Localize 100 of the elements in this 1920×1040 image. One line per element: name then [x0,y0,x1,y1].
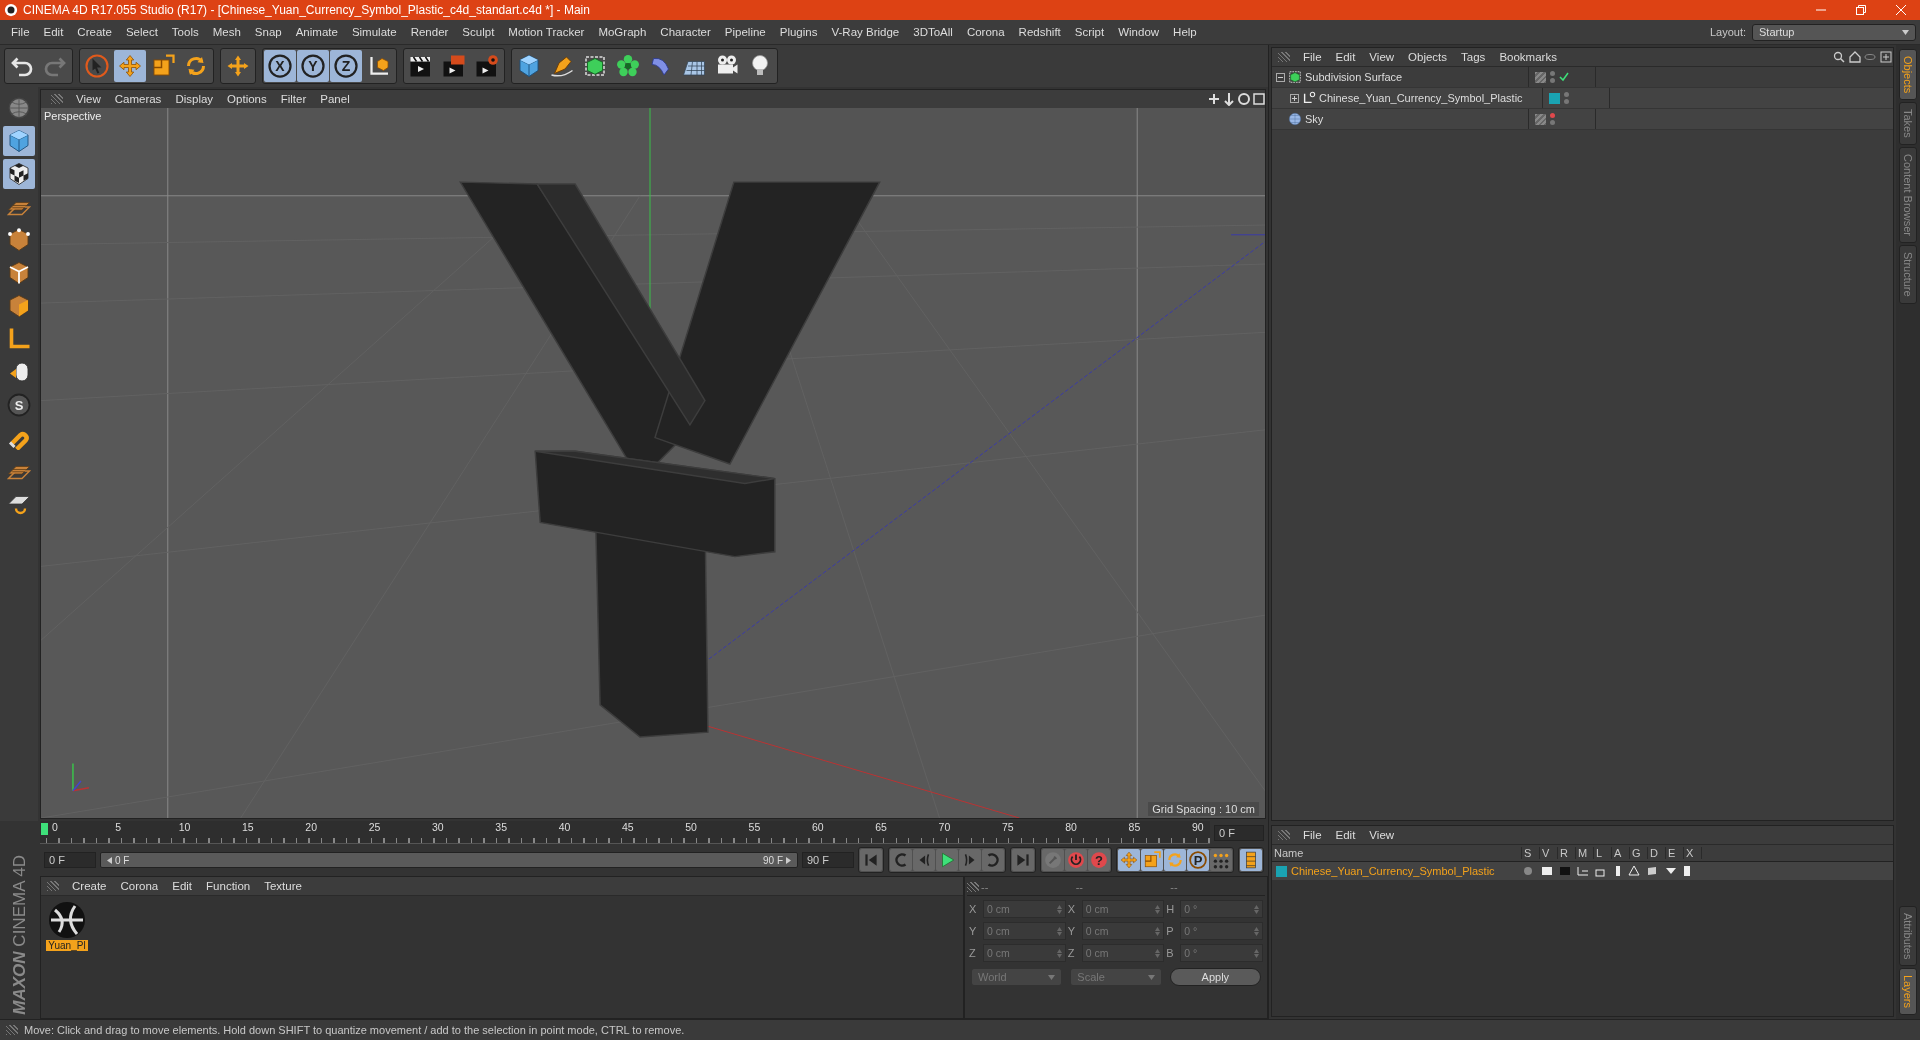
menu-item[interactable]: Sculpt [455,26,502,38]
start-frame-field[interactable]: 0 F [44,852,96,868]
column-header[interactable]: S [1522,847,1540,859]
playhead-marker[interactable] [41,823,48,835]
spinner-arrows-icon[interactable] [1056,904,1062,914]
viewport-menu-item[interactable]: Cameras [107,93,169,105]
restore-icon[interactable] [1856,5,1866,15]
panel-grip-icon[interactable] [1278,830,1290,840]
layer-swatch[interactable] [1535,113,1546,125]
panel-grip-icon[interactable] [6,1025,18,1035]
layer-toggle-icons[interactable] [1522,865,1692,877]
collapse-toggle-icon[interactable] [1276,72,1285,82]
material-menu-item[interactable]: Texture [257,880,309,892]
scale-square-button[interactable] [1141,849,1163,871]
layer-menu-item[interactable]: Edit [1328,829,1363,841]
column-header[interactable]: L [1594,847,1612,859]
preview-range-bar[interactable]: 0 F 90 F [100,852,798,868]
material-preview-icon[interactable] [47,900,87,940]
step-back-button[interactable] [913,849,935,871]
layer-color-swatch[interactable] [1549,92,1560,104]
viewport-menu-item[interactable]: Panel [313,93,357,105]
spinner-arrows-icon[interactable] [1056,948,1062,958]
spinner-arrows-icon[interactable] [1155,926,1161,936]
expand-toggle-icon[interactable] [1290,93,1299,103]
viewport-menu-item[interactable]: Options [220,93,274,105]
menu-item[interactable]: Redshift [1011,26,1068,38]
circled-letter-button[interactable]: X [264,50,296,82]
column-header[interactable]: Name [1272,847,1522,859]
timeline-ruler[interactable]: 0 5 10 15 20 25 30 35 40 45 50 55 60 65 70 75 80 85 90 [40,821,1210,844]
step-forward-button[interactable] [959,849,981,871]
column-header[interactable]: A [1612,847,1630,859]
layer-menu-item[interactable]: File [1296,829,1329,841]
curved-back-arrow-button[interactable] [890,849,912,871]
column-header[interactable]: D [1648,847,1666,859]
visibility-dots[interactable] [1564,92,1569,104]
viewport-menu-item[interactable]: Display [168,93,221,105]
menu-item[interactable]: V-Ray Bridge [824,26,907,38]
spinner-arrows-icon[interactable] [1254,948,1259,958]
material-menu-item[interactable]: Function [199,880,258,892]
menu-item[interactable]: Render [403,26,456,38]
end-frame-field[interactable]: 90 F [802,852,854,868]
menu-item[interactable]: Edit [36,26,71,38]
circled-letter-button[interactable]: P [1187,849,1209,871]
layer-menu-item[interactable]: View [1362,829,1402,841]
visibility-dots[interactable] [1550,113,1555,125]
menu-item[interactable]: Snap [247,26,289,38]
panel-grip-icon[interactable] [51,94,63,104]
checker-cube-button[interactable] [3,159,35,189]
object-menu-item[interactable]: File [1296,51,1329,63]
menu-item[interactable]: Help [1166,26,1204,38]
column-header[interactable]: M [1576,847,1594,859]
material-menu-item[interactable]: Corona [113,880,166,892]
apply-button[interactable]: Apply [1169,968,1261,986]
material-menu-item[interactable]: Edit [165,880,200,892]
menu-item[interactable]: Mesh [205,26,248,38]
four-way-arrows-button[interactable] [114,50,146,82]
search-icon[interactable] [1833,51,1893,63]
left-arrow-icon[interactable] [107,856,112,864]
circled-letter-button[interactable]: S [3,390,35,420]
object-menu-item[interactable]: Bookmarks [1492,51,1564,63]
layer-swatch[interactable] [1535,71,1546,83]
column-header[interactable]: X [1684,847,1702,859]
menu-item[interactable]: Animate [288,26,345,38]
material-name[interactable]: Yuan_Pl [46,940,88,951]
circled-letter-button[interactable]: Y [297,50,329,82]
object-menu-item[interactable]: Edit [1328,51,1363,63]
object-menu-item[interactable]: View [1362,51,1402,63]
layout-dropdown[interactable]: Startup [1752,23,1916,41]
checkmark-icon[interactable] [1559,72,1569,82]
menu-item[interactable]: Script [1067,26,1112,38]
spinner-arrows-icon[interactable] [1056,926,1062,936]
column-header[interactable]: V [1540,847,1558,859]
menu-item[interactable]: Corona [959,26,1012,38]
current-frame-field[interactable]: 0 F [1214,824,1264,841]
circled-letter-button[interactable]: Z [330,50,362,82]
visibility-dots[interactable] [1550,71,1555,83]
spinner-arrows-icon[interactable] [1155,948,1161,958]
menu-item[interactable]: Window [1111,26,1167,38]
menu-item[interactable]: MoGraph [591,26,654,38]
object-menu-item[interactable]: Tags [1454,51,1493,63]
panel-grip-icon[interactable] [1278,52,1290,62]
dot-grid-button[interactable] [1210,849,1232,871]
panel-grip-icon[interactable] [47,881,59,891]
spinner-arrows-icon[interactable] [1254,926,1259,936]
menu-item[interactable]: Character [653,26,718,38]
panel-grip-icon[interactable] [967,882,979,892]
side-tab[interactable]: Layers [1899,967,1917,1015]
material-menu-item[interactable]: Create [65,880,114,892]
viewport-navigation-icon[interactable] [1207,92,1265,106]
menu-item[interactable]: Create [70,26,119,38]
menu-item[interactable]: Motion Tracker [501,26,592,38]
object-menu-item[interactable]: Objects [1401,51,1455,63]
viewport-menu-item[interactable]: Filter [273,93,314,105]
menu-item[interactable]: 3DToAll [906,26,960,38]
menu-item[interactable]: Plugins [772,26,825,38]
menu-item[interactable]: File [4,26,37,38]
play-triangle-button[interactable] [936,849,958,871]
menu-item[interactable]: Pipeline [717,26,773,38]
column-header[interactable]: E [1666,847,1684,859]
menu-item[interactable]: Simulate [344,26,404,38]
